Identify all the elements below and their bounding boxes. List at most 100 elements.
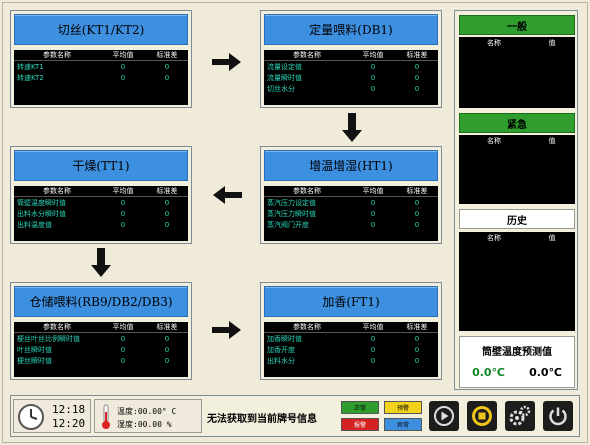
status-badge-alarm: 报警 xyxy=(341,418,379,431)
col-name: 参数名称 xyxy=(43,187,71,195)
cell-std: 0 xyxy=(414,73,420,82)
urgent-list[interactable]: 名称 值 xyxy=(459,135,575,204)
cell-name: 流量设定值 xyxy=(267,62,302,71)
param-table: 参数名称 平均值 标准差 筒壁温度瞬时值 0 0 出料水分瞬时值 0 0 出料温… xyxy=(14,186,188,241)
arrow-right-icon xyxy=(212,321,241,339)
settings-button[interactable] xyxy=(505,401,535,431)
col-avg: 平均值 xyxy=(112,51,134,59)
param-table: 参数名称 平均值 标准差 转速KT1 0 0 转速KT2 0 0 xyxy=(14,50,188,105)
col-avg: 平均值 xyxy=(362,51,384,59)
cell-avg: 0 xyxy=(120,334,126,343)
power-button[interactable] xyxy=(543,401,573,431)
table-row: 转速KT1 0 0 xyxy=(14,61,188,72)
table-header: 参数名称 平均值 标准差 xyxy=(14,186,188,197)
cell-avg: 0 xyxy=(370,334,376,343)
col-name: 名称 xyxy=(487,136,501,145)
cell-name: 转速KT2 xyxy=(17,73,44,82)
cell-name: 切丝水分 xyxy=(267,84,295,93)
col-value: 值 xyxy=(548,233,556,242)
play-button[interactable] xyxy=(429,401,459,431)
col-std: 标准差 xyxy=(156,323,178,331)
cell-name: 蒸汽阀门开度 xyxy=(267,220,309,229)
section-urgent-title: 紧急 xyxy=(459,113,575,133)
param-table: 参数名称 平均值 标准差 加香瞬时值 0 0 加香开度 0 0 出料水分 0 0 xyxy=(264,322,438,377)
section-history-title[interactable]: 历史 xyxy=(459,209,575,229)
cell-avg: 0 xyxy=(370,84,376,93)
status-badge-warning: 预警 xyxy=(384,401,422,414)
cell-name: 出料水分 xyxy=(267,356,295,365)
cell-std: 0 xyxy=(164,62,170,71)
col-name: 参数名称 xyxy=(293,187,321,195)
temperature-prediction: 筒壁温度预测值 0.0℃ 0.0℃ xyxy=(459,336,575,388)
cell-name: 梗丝叶丝比例瞬时值 xyxy=(17,334,80,343)
status-badge-abnormal: 异常 xyxy=(384,418,422,431)
cell-avg: 0 xyxy=(120,198,126,207)
table-row: 加香开度 0 0 xyxy=(264,344,438,355)
cell-std: 0 xyxy=(164,73,170,82)
cell-name: 出料水分瞬时值 xyxy=(17,209,66,218)
status-bar: 12:18 12:20 温度:00.00° C 湿度:00.00 % 无法获取到… xyxy=(10,395,580,437)
thermometer-icon xyxy=(102,404,110,429)
panel-cutting: 切丝(KT1/KT2) 参数名称 平均值 标准差 转速KT1 0 0 转速KT2… xyxy=(10,10,192,108)
stop-button[interactable] xyxy=(467,401,497,431)
cell-name: 梗丝瞬时值 xyxy=(17,356,52,365)
table-row: 蒸汽压力瞬时值 0 0 xyxy=(264,208,438,219)
cell-std: 0 xyxy=(164,198,170,207)
col-name: 参数名称 xyxy=(43,51,71,59)
cell-avg: 0 xyxy=(370,73,376,82)
cell-name: 蒸汽压力设定值 xyxy=(267,198,316,207)
panel-title: 增温增湿(HT1) xyxy=(264,150,438,181)
table-row: 出料水分 0 0 xyxy=(264,355,438,366)
section-general-title: 一般 xyxy=(459,15,575,35)
panel-drying: 干燥(TT1) 参数名称 平均值 标准差 筒壁温度瞬时值 0 0 出料水分瞬时值… xyxy=(10,146,192,244)
cell-std: 0 xyxy=(414,220,420,229)
col-std: 标准差 xyxy=(156,51,178,59)
brand-message: 无法获取到当前牌号信息 xyxy=(207,414,317,425)
col-name: 参数名称 xyxy=(293,51,321,59)
arrow-left-icon xyxy=(213,186,242,204)
prediction-value-2: 0.0℃ xyxy=(529,366,562,379)
humidity-readout: 湿度:00.00 % xyxy=(117,420,172,429)
cell-name: 叶丝瞬时值 xyxy=(17,345,52,354)
cell-name: 转速KT1 xyxy=(17,62,44,71)
settings-icon xyxy=(509,405,531,426)
col-name: 名称 xyxy=(487,38,501,47)
list-header: 名称 值 xyxy=(459,37,575,48)
prediction-value-1: 0.0℃ xyxy=(472,366,505,379)
cell-avg: 0 xyxy=(120,62,126,71)
list-header: 名称 值 xyxy=(459,232,575,243)
table-row: 流量瞬时值 0 0 xyxy=(264,72,438,83)
cell-avg: 0 xyxy=(120,356,126,365)
col-name: 名称 xyxy=(487,233,501,242)
cell-std: 0 xyxy=(414,62,420,71)
cell-avg: 0 xyxy=(370,62,376,71)
arrow-down-icon xyxy=(342,113,362,142)
panel-title: 干燥(TT1) xyxy=(14,150,188,181)
cell-std: 0 xyxy=(164,334,170,343)
col-avg: 平均值 xyxy=(362,187,384,195)
history-list[interactable]: 名称 值 xyxy=(459,232,575,331)
table-header: 参数名称 平均值 标准差 xyxy=(264,322,438,333)
cell-std: 0 xyxy=(414,209,420,218)
cell-std: 0 xyxy=(164,356,170,365)
power-icon xyxy=(549,407,567,426)
cell-name: 筒壁温度瞬时值 xyxy=(17,198,66,207)
panel-fixed-feed: 定量喂料(DB1) 参数名称 平均值 标准差 流量设定值 0 0 流量瞬时值 0… xyxy=(260,10,442,108)
panel-title: 切丝(KT1/KT2) xyxy=(14,14,188,45)
table-row: 蒸汽压力设定值 0 0 xyxy=(264,197,438,208)
table-row: 蒸汽阀门开度 0 0 xyxy=(264,219,438,230)
col-name: 参数名称 xyxy=(43,323,71,331)
table-row: 叶丝瞬时值 0 0 xyxy=(14,344,188,355)
cell-avg: 0 xyxy=(370,345,376,354)
table-row: 转速KT2 0 0 xyxy=(14,72,188,83)
col-name: 参数名称 xyxy=(293,323,321,331)
status-badge-normal: 正常 xyxy=(341,401,379,414)
play-icon xyxy=(434,406,454,426)
col-value: 值 xyxy=(548,136,556,145)
alarm-sidebar: 一般 名称 值 紧急 名称 值 历史 名称 值 筒壁温度预测值 0.0℃ 0.0… xyxy=(454,10,578,390)
table-row: 切丝水分 0 0 xyxy=(264,83,438,94)
general-list[interactable]: 名称 值 xyxy=(459,37,575,108)
col-avg: 平均值 xyxy=(112,187,134,195)
cell-name: 流量瞬时值 xyxy=(267,73,302,82)
cell-std: 0 xyxy=(414,356,420,365)
